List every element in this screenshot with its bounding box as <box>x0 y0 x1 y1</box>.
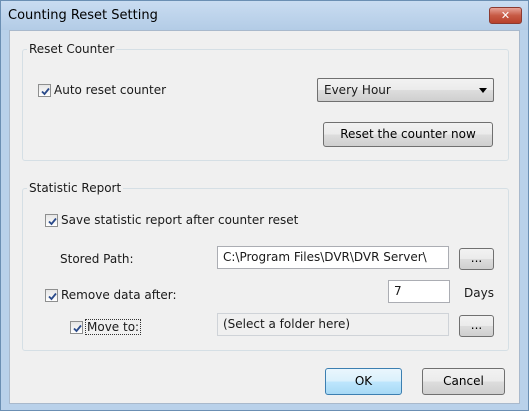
save-report-label: Save statistic report after counter rese… <box>61 213 299 227</box>
reset-now-label: Reset the counter now <box>340 127 476 141</box>
dialog-window: Counting Reset Setting ✕ Reset Counter A… <box>0 0 529 411</box>
auto-reset-label: Auto reset counter <box>54 83 167 97</box>
move-to-checkbox-row[interactable]: Move to: <box>70 319 142 335</box>
remove-days-field[interactable]: 7 <box>388 280 450 303</box>
ok-label: OK <box>354 374 373 388</box>
remove-data-checkbox[interactable] <box>45 288 58 302</box>
stored-path-label: Stored Path: <box>60 252 134 266</box>
statistic-report-group-title: Statistic Report <box>27 181 124 195</box>
cancel-button[interactable]: Cancel <box>422 368 505 395</box>
checkmark-icon <box>48 292 57 300</box>
auto-reset-checkbox-row[interactable]: Auto reset counter <box>38 83 166 97</box>
save-report-checkbox[interactable] <box>45 213 58 227</box>
chevron-down-icon <box>479 88 487 93</box>
reset-now-button[interactable]: Reset the counter now <box>323 122 493 147</box>
window-title: Counting Reset Setting <box>8 8 158 23</box>
close-button[interactable]: ✕ <box>489 7 522 24</box>
save-report-checkbox-row[interactable]: Save statistic report after counter rese… <box>45 213 298 227</box>
remove-data-label: Remove data after: <box>61 288 177 302</box>
move-to-folder-field[interactable]: (Select a folder here) <box>217 313 449 336</box>
reset-interval-value: Every Hour <box>324 83 391 97</box>
days-unit-label: Days <box>464 286 494 300</box>
checkmark-icon <box>73 324 82 332</box>
cancel-label: Cancel <box>443 374 484 388</box>
remove-days-value: 7 <box>394 284 402 298</box>
move-to-placeholder: (Select a folder here) <box>223 317 351 331</box>
move-to-label: Move to: <box>84 319 142 335</box>
browse-label: ... <box>470 251 483 265</box>
reset-counter-group-title: Reset Counter <box>27 42 117 56</box>
ok-button[interactable]: OK <box>325 368 402 395</box>
reset-interval-select[interactable]: Every Hour <box>317 78 494 102</box>
move-browse-label: ... <box>470 318 483 332</box>
stored-path-browse-button[interactable]: ... <box>459 248 494 270</box>
remove-data-checkbox-row[interactable]: Remove data after: <box>45 288 177 302</box>
stored-path-value: C:\Program Files\DVR\DVR Server\ <box>223 250 427 264</box>
statistic-report-group: Statistic Report Save statistic report a… <box>22 181 509 351</box>
close-icon: ✕ <box>500 9 511 22</box>
dialog-client-area: Reset Counter Auto reset counter Every H… <box>9 30 520 404</box>
checkmark-icon <box>48 217 57 225</box>
move-to-browse-button[interactable]: ... <box>459 315 494 337</box>
stored-path-field[interactable]: C:\Program Files\DVR\DVR Server\ <box>217 246 449 269</box>
auto-reset-checkbox[interactable] <box>38 83 51 97</box>
move-to-checkbox[interactable] <box>70 320 83 334</box>
checkmark-icon <box>41 87 50 95</box>
title-bar[interactable]: Counting Reset Setting ✕ <box>1 1 528 30</box>
reset-counter-group: Reset Counter Auto reset counter Every H… <box>22 42 509 161</box>
